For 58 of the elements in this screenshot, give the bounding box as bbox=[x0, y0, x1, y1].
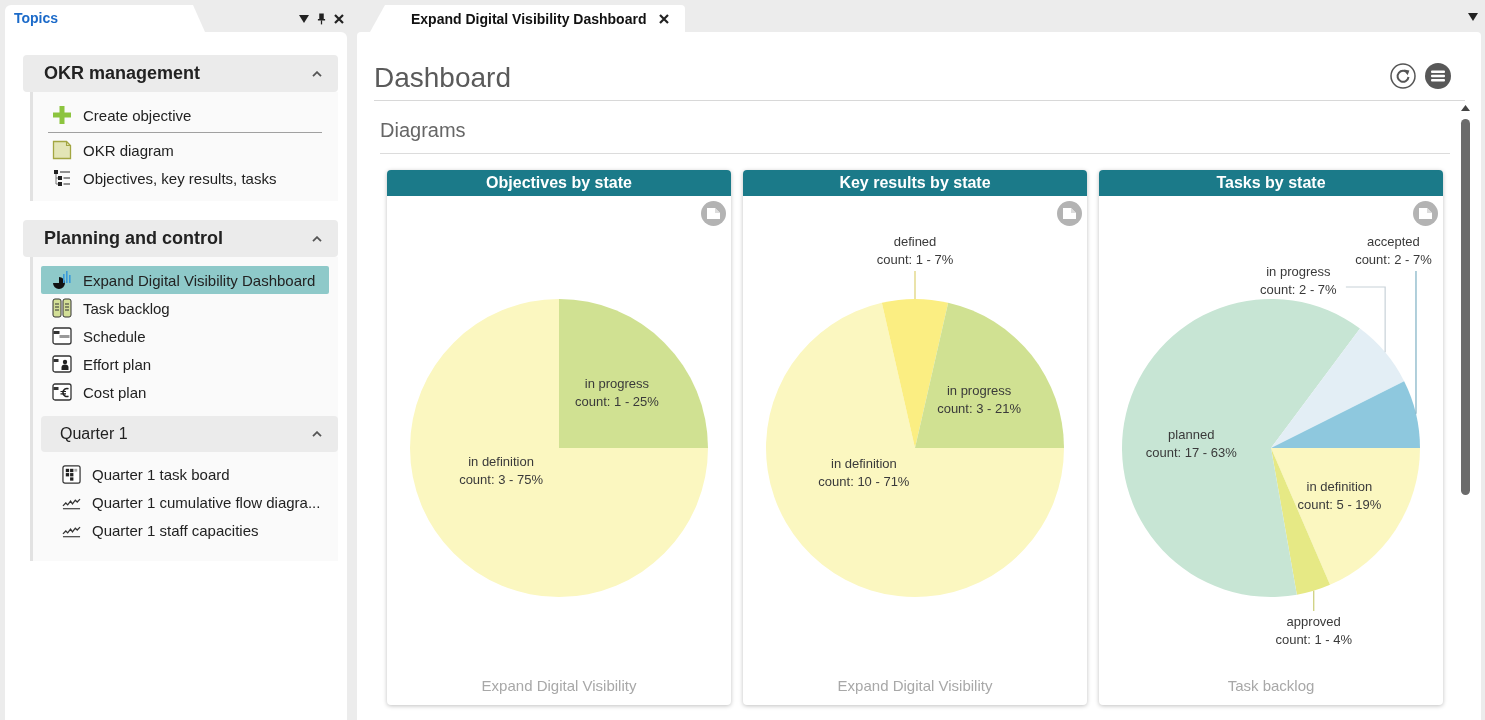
nav-item[interactable]: Effort plan bbox=[41, 350, 329, 378]
group-header[interactable]: Quarter 1 bbox=[41, 416, 338, 452]
slice-label: in definition count: 3 - 75% bbox=[459, 454, 543, 488]
grid-icon bbox=[62, 464, 81, 484]
nav-item[interactable]: Quarter 1 cumulative flow diagra... bbox=[41, 488, 329, 516]
chart-caption: Task backlog bbox=[1227, 677, 1315, 694]
close-icon[interactable] bbox=[334, 13, 344, 24]
chart-caption: Expand Digital Visibility bbox=[837, 677, 993, 694]
plus-icon bbox=[52, 105, 72, 125]
nav-item[interactable]: Quarter 1 staff capacities bbox=[41, 516, 329, 544]
slice-label: in progress count: 1 - 25% bbox=[575, 376, 659, 410]
refresh-icon[interactable] bbox=[1390, 63, 1416, 89]
person-sheet-icon bbox=[52, 354, 72, 374]
slice-label: planned count: 17 - 63% bbox=[1145, 427, 1237, 461]
chart-title: Key results by state bbox=[743, 170, 1087, 196]
slice-label: approved count: 1 - 4% bbox=[1275, 614, 1353, 647]
slice-label: in definition count: 10 - 71% bbox=[818, 456, 910, 490]
chart-title: Tasks by state bbox=[1099, 170, 1443, 196]
scroll-up-icon[interactable] bbox=[1460, 105, 1470, 111]
pie-bars-icon bbox=[52, 270, 72, 290]
section-title: Diagrams bbox=[380, 119, 466, 141]
pin-icon[interactable] bbox=[317, 12, 326, 25]
leader-line bbox=[1345, 286, 1386, 353]
section-header[interactable]: Planning and control bbox=[23, 220, 338, 257]
chart-caption: Expand Digital Visibility bbox=[481, 677, 637, 694]
chevron-up-icon[interactable] bbox=[312, 70, 322, 77]
nav-item[interactable]: OKR diagram bbox=[41, 136, 329, 164]
page-icon bbox=[52, 140, 72, 160]
nav-item[interactable]: Task backlog bbox=[41, 294, 329, 322]
section-header[interactable]: OKR management bbox=[23, 55, 338, 92]
gantt-icon bbox=[52, 326, 72, 346]
slice-label: accepted count: 2 - 7% bbox=[1355, 234, 1432, 267]
nav-item[interactable]: Quarter 1 task board bbox=[41, 460, 329, 488]
menu-icon[interactable] bbox=[1425, 63, 1451, 89]
leader-line bbox=[1313, 590, 1315, 612]
panel-tab[interactable]: Topics bbox=[5, 5, 205, 32]
dropdown-icon[interactable] bbox=[299, 14, 309, 23]
dropdown-icon[interactable] bbox=[1468, 13, 1478, 21]
nav-item[interactable]: Create objective bbox=[41, 101, 329, 129]
nav-item[interactable]: Cost plan bbox=[41, 378, 329, 406]
nav-item[interactable]: Schedule bbox=[41, 322, 329, 350]
slice-label: in progress count: 3 - 21% bbox=[937, 382, 1021, 416]
euro-sheet-icon bbox=[52, 382, 72, 402]
slice-label: in progress count: 2 - 7% bbox=[1260, 264, 1337, 297]
chevron-up-icon[interactable] bbox=[312, 235, 322, 242]
leader-line bbox=[914, 270, 916, 300]
document-tab[interactable]: Expand Digital Visibility Dashboard bbox=[370, 5, 686, 32]
nav-item[interactable]: Objectives, key results, tasks bbox=[41, 164, 329, 192]
chart-title: Objectives by state bbox=[387, 170, 731, 196]
nav-item[interactable]: Expand Digital Visibility Dashboard bbox=[41, 266, 329, 294]
close-icon[interactable] bbox=[659, 13, 670, 24]
slice-label: defined count: 1 - 7% bbox=[876, 234, 954, 267]
slice-label: in definition count: 5 - 19% bbox=[1297, 479, 1382, 513]
scrollbar-thumb[interactable] bbox=[1460, 119, 1470, 495]
chevron-up-icon[interactable] bbox=[312, 431, 322, 437]
page-title: Dashboard bbox=[374, 61, 511, 95]
card-columns-icon bbox=[52, 298, 72, 318]
tree-list-icon bbox=[52, 168, 72, 188]
